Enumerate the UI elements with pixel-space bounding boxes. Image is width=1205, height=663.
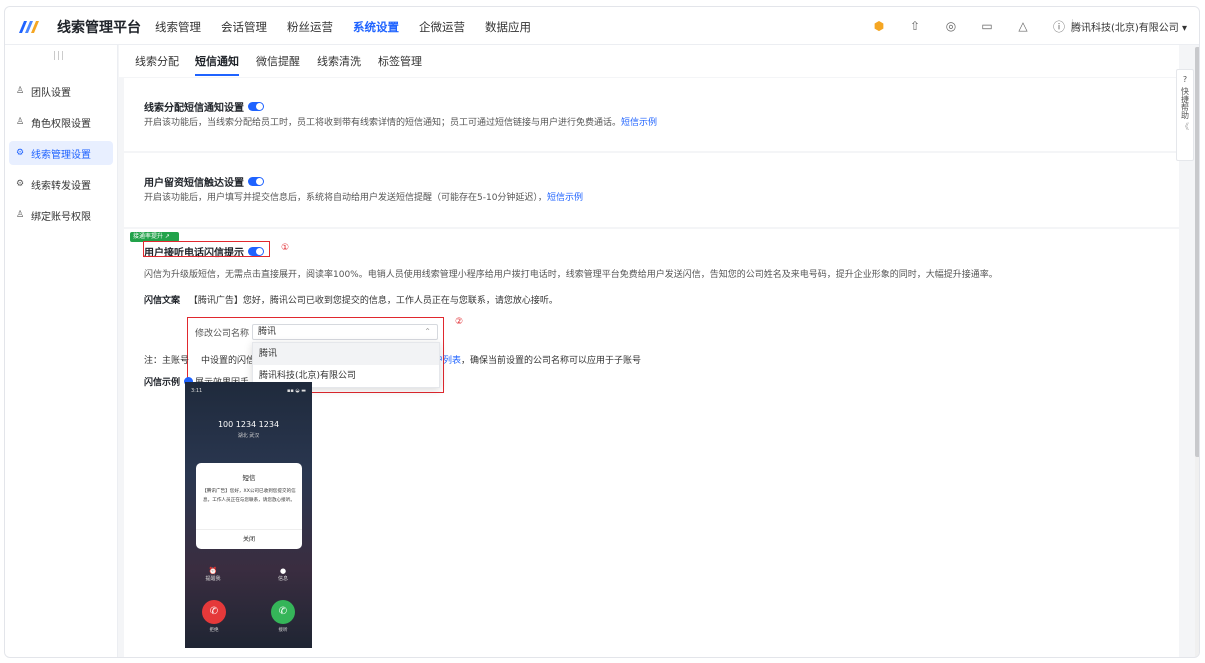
question-icon: ? — [1182, 75, 1188, 84]
marker-2: ② — [455, 317, 464, 327]
card-title: 用户留资短信触达设置 — [144, 174, 264, 189]
top-navigation: 线索管理平台 线索管理 会话管理 粉丝运营 系统设置 企微运营 数据应用 ⬢ ⇧… — [5, 7, 1199, 45]
divider — [196, 529, 302, 530]
sub-tabs: 线索分配 短信通知 微信提醒 线索清洗 标签管理 — [119, 45, 1179, 77]
quick-help-tab[interactable]: ? 快捷帮助 《 — [1176, 69, 1194, 161]
logo-icon — [19, 21, 39, 33]
user-icon: ♙ — [16, 86, 25, 96]
nav-sessions[interactable]: 会话管理 — [221, 19, 267, 35]
nav-leads[interactable]: 线索管理 — [155, 19, 201, 35]
document-icon[interactable]: ▭ — [969, 17, 1005, 35]
flash-copy: 闪信文案 【腾讯广告】您好，腾讯公司已收到您提交的信息，工作人员正在与您联系，请… — [144, 296, 558, 306]
sms-title: 短信 — [242, 474, 256, 482]
toggle-switch[interactable] — [248, 177, 264, 186]
forward-icon: ⚙ — [16, 179, 25, 189]
collapse-icon[interactable]: 《 — [1177, 121, 1193, 132]
nav-wecom[interactable]: 企微运营 — [419, 19, 465, 35]
sidebar-item-accounts[interactable]: ♙ 绑定账号权限 — [9, 203, 113, 227]
sidebar-item-roles[interactable]: ♙ 角色权限设置 — [9, 110, 113, 134]
sms-example-link[interactable]: 短信示例 — [621, 118, 657, 128]
shield-icon[interactable]: ⬢ — [861, 17, 897, 35]
card-desc: 开启该功能后，用户填写并提交信息后，系统将自动给用户发送短信提醒（可能存在5-1… — [144, 193, 583, 203]
tab-wechat-remind[interactable]: 微信提醒 — [256, 53, 300, 69]
highlight-box-1 — [143, 241, 270, 257]
scrollbar-thumb[interactable] — [1195, 47, 1199, 457]
sidebar-item-label: 团队设置 — [31, 87, 71, 99]
card-lead-assign-sms: 线索分配短信通知设置 开启该功能后，当线索分配给员工时，员工将收到带有线索详情的… — [124, 78, 1179, 151]
card-user-submit-sms: 用户留资短信触达设置 开启该功能后，用户填写并提交信息后，系统将自动给用户发送短… — [124, 153, 1179, 227]
sidebar-item-team[interactable]: ♙ 团队设置 — [9, 79, 113, 103]
sms-close-button: 关闭 — [242, 536, 255, 543]
app-title: 线索管理平台 — [57, 20, 141, 36]
sidebar-item-lead-settings[interactable]: ⚙ 线索管理设置 — [9, 141, 113, 165]
account-icon: ♙ — [16, 210, 25, 220]
settings-icon: ⚙ — [16, 148, 25, 158]
chevron-down-icon: ▾ — [1181, 23, 1187, 34]
upload-icon[interactable]: ⇧ — [897, 17, 933, 35]
sidebar-item-label: 绑定账号权限 — [31, 211, 91, 223]
main-nav: 线索管理 会话管理 粉丝运营 系统设置 企微运营 数据应用 — [155, 19, 551, 35]
role-icon: ♙ — [16, 117, 25, 127]
message-action: ● 信息 — [268, 567, 298, 582]
chevron-up-icon: ⌃ — [424, 327, 431, 336]
dropdown-option[interactable]: 腾讯 — [253, 343, 439, 365]
sms-example-link[interactable]: 短信示例 — [547, 193, 583, 203]
app-frame: 线索管理平台 线索管理 会话管理 粉丝运营 系统设置 企微运营 数据应用 ⬢ ⇧… — [4, 6, 1200, 658]
decline-call-icon: ✆ — [202, 600, 226, 624]
sidebar-item-forward[interactable]: ⚙ 线索转发设置 — [9, 172, 113, 196]
tab-tag-manage[interactable]: 标签管理 — [378, 53, 422, 69]
phone-signal-icon: ▪▪ ◒ ▬ — [286, 388, 306, 394]
sms-body: 【腾讯广告】您好，XX公司已收到您提交的信息，工作人员正在与您联系，请您放心接听… — [202, 489, 296, 503]
decline-label: 拒绝 — [209, 628, 219, 633]
top-icons: ⬢ ⇧ ◎ ▭ △ ⓘ — [861, 17, 1077, 35]
alarm-icon: ⏰ — [208, 567, 218, 575]
phone-number: 100 1234 1234 — [217, 420, 280, 429]
message-icon: ● — [279, 567, 287, 575]
bell-icon[interactable]: △ — [1005, 17, 1041, 35]
phone-preview: 3:11 ▪▪ ◒ ▬ 100 1234 1234 湖北 武汉 短信 【腾讯广告… — [185, 382, 312, 648]
toggle-switch[interactable] — [248, 102, 264, 111]
scroll-indicator — [1199, 590, 1200, 620]
sidebar-item-label: 线索转发设置 — [31, 180, 91, 192]
card-desc: 闪信为升级版短信，无需点击直接展开，阅读率100%。电销人员使用线索管理小程序给… — [144, 270, 998, 280]
company-switcher[interactable]: 腾讯科技(北京)有限公司 ▾ — [1071, 19, 1187, 34]
tab-lead-assign[interactable]: 线索分配 — [135, 53, 179, 69]
sidebar: ||| ♙ 团队设置 ♙ 角色权限设置 ⚙ 线索管理设置 ⚙ 线索转发设置 ♙ … — [5, 45, 118, 657]
accept-call-icon: ✆ — [271, 600, 295, 624]
marker-1: ① — [281, 243, 290, 253]
remind-action: ⏰ 提醒我 — [198, 567, 228, 582]
notification-badge-icon[interactable]: ◎ — [933, 17, 969, 35]
sidebar-item-label: 角色权限设置 — [31, 118, 91, 130]
nav-system-settings[interactable]: 系统设置 — [353, 19, 399, 35]
nav-data[interactable]: 数据应用 — [485, 19, 531, 35]
card-title: 线索分配短信通知设置 — [144, 99, 264, 114]
company-name-label: 修改公司名称 — [195, 329, 250, 339]
company-name-select[interactable]: 腾讯 ⌃ — [252, 324, 438, 340]
phone-location: 湖北 武汉 — [237, 433, 260, 439]
quick-help-label: 快捷帮助 — [1180, 87, 1190, 119]
phone-time: 3:11 — [191, 388, 203, 394]
card-desc: 开启该功能后，当线索分配给员工时，员工将收到带有线索详情的短信通知；员工可通过短… — [144, 118, 658, 128]
tab-sms-notify[interactable]: 短信通知 — [195, 53, 239, 76]
tab-lead-clean[interactable]: 线索清洗 — [317, 53, 361, 69]
accept-label: 接听 — [278, 628, 288, 633]
sms-popup: 短信 【腾讯广告】您好，XX公司已收到您提交的信息，工作人员正在与您联系，请您放… — [196, 463, 302, 549]
sidebar-item-label: 线索管理设置 — [31, 149, 91, 161]
nav-fans[interactable]: 粉丝运营 — [287, 19, 333, 35]
collapse-handle[interactable]: ||| — [53, 51, 65, 61]
